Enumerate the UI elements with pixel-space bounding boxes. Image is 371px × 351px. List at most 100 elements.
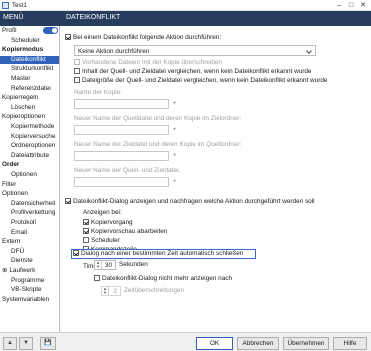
sidebar-item[interactable]: Master [0,75,59,83]
sidebar-item[interactable]: Kopierversuche [0,133,59,141]
stepper-arrows-icon[interactable]: ▲ ▼ [95,261,102,269]
new-source-name-input[interactable] [74,125,169,135]
close-button[interactable]: ✕ [358,1,368,10]
action-select-value: Keine Aktion durchführen [78,47,150,55]
sidebar-item[interactable]: Filter [0,180,59,189]
show-at-label: Anzeigen bei: [83,209,122,216]
compare-content-option[interactable]: Inhalt der Quell- und Zieldatei vergleic… [74,68,311,76]
sidebar-item[interactable]: Kopierregeln [0,94,59,102]
sidebar-item-label: DFÜ [11,247,25,255]
copy-name-input[interactable] [74,99,169,109]
sidebar-item[interactable]: Löschen [0,104,59,112]
sidebar-item[interactable]: Protokoll [0,219,59,227]
show-at-copy-option[interactable]: Kopiervorgang [83,219,133,227]
sidebar-item-label: Dienste [11,257,33,265]
auto-close-label: Dialog nach einer bestimmten Zeit automa… [81,250,244,257]
show-dialog-option[interactable]: Dateikonflikt-Dialog anzeigen und nachfr… [65,198,315,206]
auto-close-checkbox[interactable] [73,250,79,256]
show-at-scheduler-checkbox[interactable] [83,237,89,243]
sidebar-item[interactable]: Extern [0,238,59,246]
overwrite-existing-checkbox[interactable] [74,59,80,65]
sidebar-item[interactable]: VB-Skripte [0,286,59,294]
minimize-button[interactable]: – [334,1,344,10]
overwrite-existing-option[interactable]: Vorhandene Dateien mit der Kopie übersch… [74,59,222,67]
no-more-show-option[interactable]: Dateikonflikt-Dialog nicht mehr anzeigen… [94,275,232,283]
sidebar-item-label: Datensicherheit [11,199,56,207]
compare-size-checkbox[interactable] [74,77,80,83]
show-at-copy-checkbox[interactable] [83,219,89,225]
add-placeholder-button[interactable]: + [173,101,177,107]
sidebar-item-label: Optionen [2,190,28,198]
apply-button[interactable]: Übernehmen [283,337,329,350]
sidebar-item[interactable]: Strukturkonflikt [0,65,59,73]
exceed-value: 2 [113,288,117,295]
sidebar-item[interactable]: Kopieroptionen [0,113,59,121]
show-at-scheduler-option[interactable]: Scheduler [83,237,120,245]
sidebar-item[interactable]: Optionen [0,190,59,198]
sidebar-item[interactable]: ⊕ Laufwerk [0,267,59,275]
sidebar-item-label: Scheduler [11,36,40,44]
sidebar-item[interactable]: Profil [0,27,59,35]
sidebar-item[interactable]: Dateiattribute [0,151,59,160]
ok-button[interactable]: OK [196,337,233,350]
sidebar-item-label: Master [11,75,31,82]
window-title: Test1 [12,2,27,9]
sidebar-item[interactable]: Referenzdatei [0,84,59,93]
sidebar-item-label: Kopiermodus [2,46,44,54]
new-both-name-input[interactable] [74,177,169,187]
sidebar-item[interactable]: DFÜ [0,247,59,256]
sidebar-item[interactable]: Order [0,161,59,169]
move-up-button[interactable]: ▲ [3,337,17,350]
sidebar-item-label: Programme [11,276,45,284]
show-dialog-checkbox[interactable] [65,198,71,204]
sidebar-item-label: Optionen [11,171,37,178]
sidebar-item[interactable]: Kopiermodus [0,46,59,54]
app-icon [2,2,9,9]
stepper-arrows-icon[interactable]: ▲ ▼ [102,287,109,295]
sidebar-item[interactable]: Optionen [0,171,59,179]
auto-close-option[interactable]: Dialog nach einer bestimmten Zeit automa… [71,249,256,259]
add-placeholder-button[interactable]: + [173,153,177,159]
sidebar-item-label: Protokoll [11,219,36,226]
sidebar-item-label: Dateiattribute [11,151,50,159]
help-button[interactable]: Hilfe [333,337,367,350]
show-at-preview-label: Kopiervorschau abarbeiten [91,228,168,235]
auto-close-row: Dialog nach einer bestimmten Zeit automa… [73,250,243,258]
sidebar-item-label: Referenzdatei [11,84,51,92]
exceed-stepper[interactable]: ▲ ▼ 2 [101,286,121,296]
seconds-stepper[interactable]: ▲ ▼ 30 [94,260,116,270]
compare-content-checkbox[interactable] [74,68,80,74]
sidebar-item[interactable]: Profilverkettung [0,209,59,217]
sidebar-item[interactable]: Dienste [0,257,59,265]
add-placeholder-button[interactable]: + [173,179,177,185]
sidebar-item-label: Profil [2,27,17,34]
show-at-preview-checkbox[interactable] [83,228,89,234]
show-at-preview-option[interactable]: Kopiervorschau abarbeiten [83,228,167,236]
sidebar-item[interactable]: Ordneroptionen [0,142,59,150]
no-more-show-checkbox[interactable] [94,275,100,281]
sidebar-item[interactable]: Systemvariablen [0,296,59,304]
sidebar-item[interactable]: Email [0,229,59,237]
sidebar-item[interactable]: Datensicherheit [0,199,59,208]
expand-icon[interactable]: ⊕ [2,267,7,274]
sidebar-item[interactable]: Scheduler [0,36,59,45]
enable-action-option[interactable]: Bei einem Dateikonflikt folgende Aktion … [65,34,221,42]
maximize-button[interactable]: □ [346,1,356,10]
sidebar-item-label: Filter [2,180,17,188]
new-target-name-input[interactable] [74,151,169,161]
chevron-down-icon [306,48,312,54]
new-both-name-label: Neuer Name der Quell- und Zieldatei: [74,167,181,174]
enable-action-checkbox[interactable] [65,34,71,40]
sidebar-item[interactable]: Dateikonflikt [0,55,59,65]
compare-size-option[interactable]: Dateigröße der Quell- und Zieldatei verg… [74,77,327,85]
action-select[interactable]: Keine Aktion durchführen [74,45,316,56]
show-at-scheduler-label: Scheduler [91,237,120,244]
sidebar-item[interactable]: Kopiermethode [0,123,59,131]
compare-content-label: Inhalt der Quell- und Zieldatei vergleic… [82,68,312,75]
sidebar-item[interactable]: Programme [0,276,59,285]
save-icon[interactable]: 💾 [40,337,56,350]
cancel-button[interactable]: Abbrechen [237,337,279,350]
add-placeholder-button[interactable]: + [173,127,177,133]
move-down-button[interactable]: ▼ [19,337,33,350]
menu-button[interactable]: MENÜ [3,14,24,21]
